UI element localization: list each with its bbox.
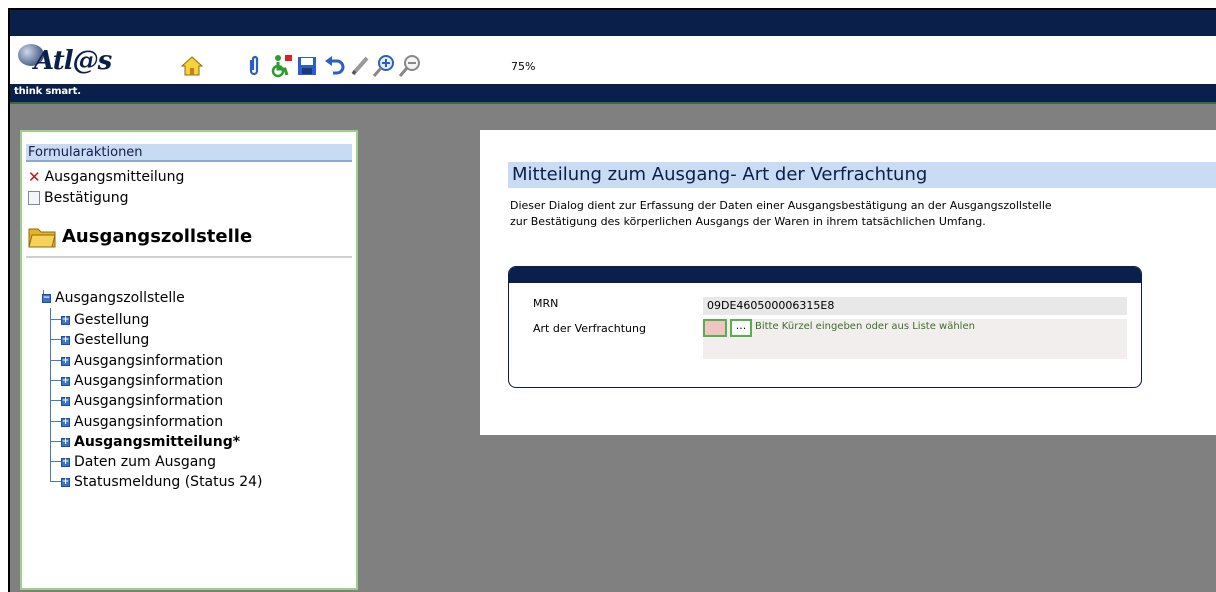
- action-label: Ausgangsmitteilung: [44, 169, 185, 185]
- attachment-icon[interactable]: [242, 54, 266, 78]
- tree-item[interactable]: + Ausgangsinformation: [50, 351, 223, 369]
- expand-icon[interactable]: +: [61, 417, 70, 427]
- form-panel: Mitteilung zum Ausgang- Art der Verfrach…: [480, 130, 1216, 435]
- tree-item[interactable]: + Statusmeldung (Status 24): [50, 472, 263, 490]
- description-line-2: zur Bestätigung des körperlichen Ausgang…: [510, 215, 986, 228]
- folder-icon: [28, 228, 56, 248]
- title-bar: [10, 10, 1216, 36]
- tree-item[interactable]: + Ausgangsinformation: [50, 391, 223, 409]
- expand-icon[interactable]: +: [61, 457, 70, 467]
- expand-icon[interactable]: +: [61, 396, 70, 406]
- tree-item[interactable]: + Ausgangsinformation: [50, 412, 223, 430]
- mrn-label: MRN: [533, 297, 559, 310]
- accessibility-icon[interactable]: [269, 54, 293, 78]
- section-divider: [26, 256, 352, 258]
- tree-item[interactable]: + Gestellung: [50, 310, 149, 328]
- form-box-header: [509, 267, 1141, 283]
- description-line-1: Dieser Dialog dient zur Erfassung der Da…: [510, 199, 1052, 212]
- section-title: Ausgangszollstelle: [28, 224, 252, 248]
- tree-item-selected[interactable]: + Ausgangsmitteilung*: [50, 432, 240, 450]
- pencil-icon[interactable]: [348, 54, 372, 78]
- form-actions-header: Formularaktionen: [26, 144, 352, 162]
- tree-item[interactable]: + Gestellung: [50, 330, 149, 348]
- action-label: Bestätigung: [44, 190, 129, 206]
- action-bestaetigung[interactable]: Bestätigung: [28, 190, 128, 206]
- art-hint: Bitte Kürzel eingeben oder aus Liste wäh…: [755, 321, 975, 332]
- atlas-logo: Atl@s: [18, 44, 136, 84]
- save-icon[interactable]: [295, 54, 319, 78]
- app-window: Atl@s 75% think smart. Formularaktionen …: [8, 8, 1216, 592]
- expand-icon[interactable]: +: [61, 437, 70, 447]
- mrn-field: 09DE460500006315E8: [703, 297, 1127, 315]
- art-der-verfrachtung-input[interactable]: [703, 319, 727, 337]
- close-x-icon: ✕: [28, 168, 41, 186]
- tree-item[interactable]: + Ausgangsinformation: [50, 371, 223, 389]
- zoom-in-icon[interactable]: [372, 54, 396, 78]
- page-title: Mitteilung zum Ausgang- Art der Verfrach…: [508, 162, 1216, 188]
- section-title-label: Ausgangszollstelle: [62, 225, 253, 247]
- tagline: think smart.: [14, 86, 81, 97]
- art-label: Art der Verfrachtung: [533, 322, 646, 335]
- expand-icon[interactable]: +: [61, 376, 70, 386]
- expand-icon[interactable]: +: [61, 356, 70, 366]
- action-ausgangsmitteilung[interactable]: ✕ Ausgangsmitteilung: [28, 168, 184, 186]
- tagline-bar: think smart.: [10, 84, 1216, 104]
- logo-text: Atl@s: [34, 46, 112, 76]
- undo-icon[interactable]: [323, 54, 347, 78]
- document-icon: [28, 191, 40, 205]
- lookup-button[interactable]: ...: [730, 319, 752, 337]
- collapse-icon[interactable]: −: [42, 293, 51, 303]
- tree-root[interactable]: − Ausgangszollstelle: [42, 290, 185, 306]
- expand-icon[interactable]: +: [61, 315, 70, 325]
- home-icon[interactable]: [180, 54, 204, 78]
- form-description: Dieser Dialog dient zur Erfassung der Da…: [510, 198, 1052, 230]
- form-box: MRN 09DE460500006315E8 Art der Verfracht…: [508, 266, 1142, 388]
- zoom-level: 75%: [511, 60, 536, 73]
- expand-icon[interactable]: +: [61, 335, 70, 345]
- form-actions-panel: Formularaktionen ✕ Ausgangsmitteilung Be…: [20, 130, 358, 590]
- zoom-out-icon[interactable]: [398, 54, 422, 78]
- expand-icon[interactable]: +: [61, 477, 70, 487]
- tree-item[interactable]: + Daten zum Ausgang: [50, 452, 216, 470]
- art-field-area: ... Bitte Kürzel eingeben oder aus Liste…: [703, 319, 1127, 359]
